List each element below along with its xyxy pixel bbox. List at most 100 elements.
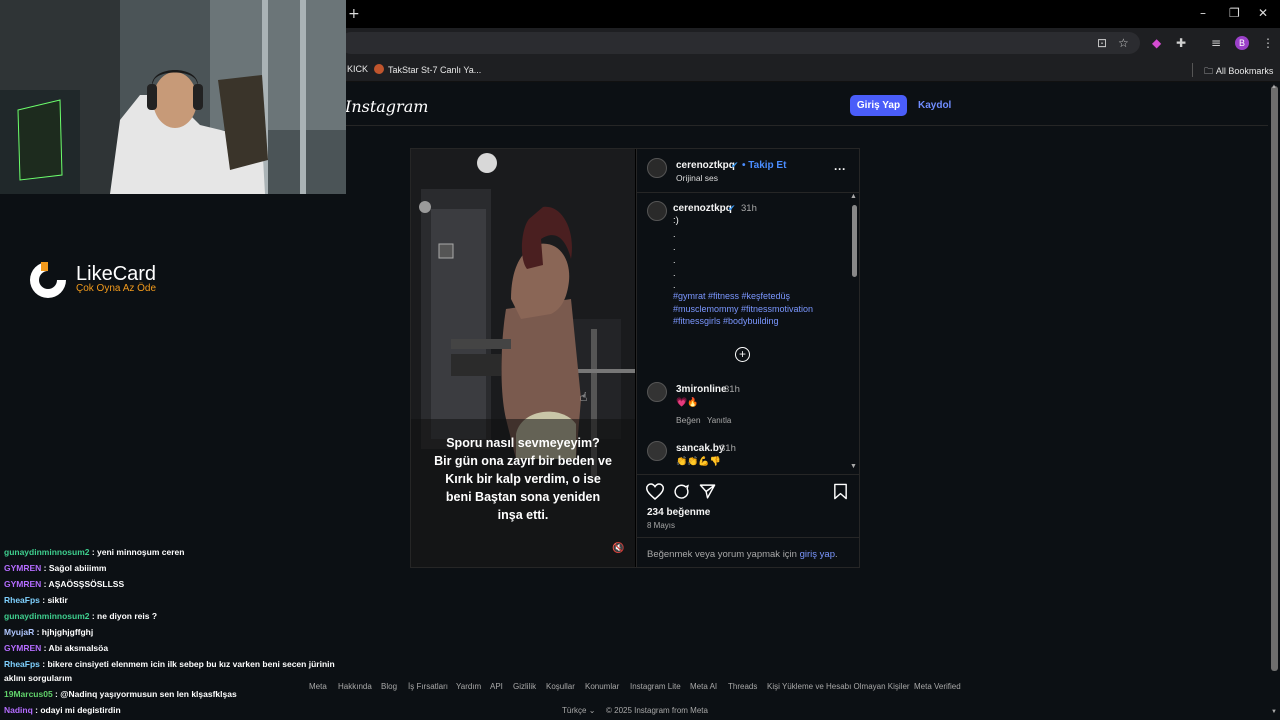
signup-link[interactable]: Kaydol [918,100,951,111]
more-options-icon[interactable]: ··· [834,162,846,176]
load-more-comments-icon[interactable]: + [735,347,750,362]
like-heart-icon[interactable] [646,483,664,500]
copyright: © 2025 Instagram from Meta [606,706,708,715]
login-button[interactable]: Giriş Yap [850,95,907,116]
chat-message: GYMREN : Sağol abiiimm [4,563,107,573]
footer-link[interactable]: Gizlilik [513,682,536,691]
footer-link[interactable]: Blog [381,682,397,691]
likes-count[interactable]: 234 beğenme [647,507,710,518]
chat-text: aklını sorgularım [4,673,73,683]
footer-link[interactable]: Konumlar [585,682,619,691]
close-window-button[interactable]: ✕ [1258,6,1268,20]
menu-kebab-icon[interactable]: ⋮ [1262,36,1274,50]
chat-message: Nadinq : odayi mi degistirdin [4,705,121,715]
footer-link[interactable]: Yardım [456,682,481,691]
chat-username[interactable]: Nadinq [4,705,33,715]
login-prompt-text: Beğenmek veya yorum yapmak için [647,549,797,560]
footer-link[interactable]: Meta [309,682,327,691]
chat-username[interactable]: GYMREN [4,563,41,573]
bookmark-star-icon[interactable]: ☆ [1118,36,1129,50]
header-divider [637,192,859,193]
comment-avatar[interactable] [647,382,667,402]
login-prompt: Beğenmek veya yorum yapmak için giriş ya… [647,549,838,560]
footer-link[interactable]: İş Fırsatları [408,682,448,691]
hashtags-line-3[interactable]: #fitnessgirls #bodybuilding [673,316,779,326]
footer-link[interactable]: Meta Verified [914,682,961,691]
chat-username[interactable]: GYMREN [4,579,41,589]
chat-username[interactable]: 19Marcus05 [4,689,53,699]
login-prompt-link[interactable]: giriş yap [800,549,835,560]
minimize-button[interactable]: – [1200,6,1206,20]
language-select[interactable]: Türkçe ⌄ [562,706,595,715]
overlay-line: Kırık bir kalp verdim, o ise [445,472,601,486]
hashtags-line-2[interactable]: #musclemommy #fitnessmotivation [673,304,813,314]
address-bar[interactable] [340,32,1140,54]
caption-dot: . [673,255,676,265]
comments-scroll-thumb[interactable] [852,205,857,277]
chat-username[interactable]: gunaydinminnosum2 [4,547,89,557]
chat-username[interactable]: MyujaR [4,627,34,637]
media-control-icon[interactable]: ≡ [1211,36,1221,50]
audio-label[interactable]: Orijinal ses [676,173,718,183]
chat-text: : bikere cinsiyeti elenmem icin ilk sebe… [39,659,335,669]
footer-link[interactable]: Hakkında [338,682,372,691]
chat-username[interactable]: GYMREN [4,643,41,653]
footer-link[interactable]: Meta AI [690,682,717,691]
author-username[interactable]: cerenoztkpq [676,160,735,171]
chat-text: : ne diyon reis ? [89,611,158,621]
profile-avatar[interactable]: B [1235,36,1249,50]
footer-link[interactable]: API [490,682,503,691]
caption-avatar[interactable] [647,201,667,221]
extension-icon[interactable]: ◆ [1152,36,1161,50]
page-scrollbar-thumb[interactable] [1271,86,1278,671]
comment-bubble-icon[interactable] [673,483,690,500]
comment-reply-button[interactable]: Yanıtla [707,416,731,425]
page-scroll-down-icon[interactable]: ▼ [1271,709,1277,715]
verified-badge-icon: ✔ [731,160,739,170]
new-tab-button[interactable]: + [348,6,360,22]
chat-text: : Sağol abiiimm [41,563,107,573]
footer-link[interactable]: Threads [728,682,757,691]
caption-username[interactable]: cerenoztkpq [673,203,732,214]
footer-link[interactable]: Kişi Yükleme ve Hesabı Olmayan Kişiler [767,682,910,691]
mute-icon[interactable]: 🔇 [612,543,624,554]
caption-text: :) [673,215,679,226]
extensions-puzzle-icon[interactable]: ✚ [1176,36,1186,50]
share-send-icon[interactable] [699,483,716,500]
page-scroll-up-icon[interactable]: ▲ [1271,84,1277,90]
bookmark-takstar[interactable]: TakStar St-7 Canlı Ya... [374,64,481,75]
comment-like-button[interactable]: Beğen [676,415,701,425]
scroll-up-icon[interactable]: ▲ [850,193,857,200]
caption-dot: . [673,242,676,252]
takstar-favicon-icon [374,64,384,74]
scroll-down-icon[interactable]: ▼ [850,463,857,470]
bookmark-takstar-label: TakStar St-7 Canlı Ya... [388,65,482,75]
chat-username[interactable]: RheaFps [4,659,40,669]
save-bookmark-icon[interactable] [833,483,848,500]
chat-username[interactable]: gunaydinminnosum2 [4,611,89,621]
bookmark-kick[interactable]: KICK [347,64,368,74]
cta-divider [637,537,859,538]
caption-time: 31h [741,203,757,214]
comment-avatar[interactable] [647,441,667,461]
follow-button[interactable]: • Takip Et [742,160,786,171]
caption-dot: . [673,229,676,239]
chat-message: aklını sorgularım [4,673,72,683]
all-bookmarks-label: All Bookmarks [1215,66,1274,76]
footer-link[interactable]: Koşullar [546,682,575,691]
footer-link[interactable]: Instagram Lite [630,682,681,691]
likecard-tagline: Çok Oyna Az Öde [76,283,157,294]
post-date: 8 Mayıs [647,521,676,530]
comment-time: 31h [720,443,736,454]
comment-username[interactable]: 3mironline [676,384,727,395]
maximize-button[interactable]: ❐ [1229,6,1240,20]
install-app-icon[interactable]: ⊡ [1097,36,1107,50]
all-bookmarks-button[interactable]: 🗀 All Bookmarks [1204,64,1273,80]
chat-message: RheaFps : siktir [4,595,68,605]
comment-text: 💗🔥 [676,397,699,407]
hashtags-line-1[interactable]: #gymrat #fitness #keşfetedüş [673,291,790,301]
instagram-logo[interactable]: Instagram [345,97,428,116]
chat-username[interactable]: RheaFps [4,595,40,605]
author-avatar[interactable] [647,158,667,178]
comment-username[interactable]: sancak.by [676,443,724,454]
